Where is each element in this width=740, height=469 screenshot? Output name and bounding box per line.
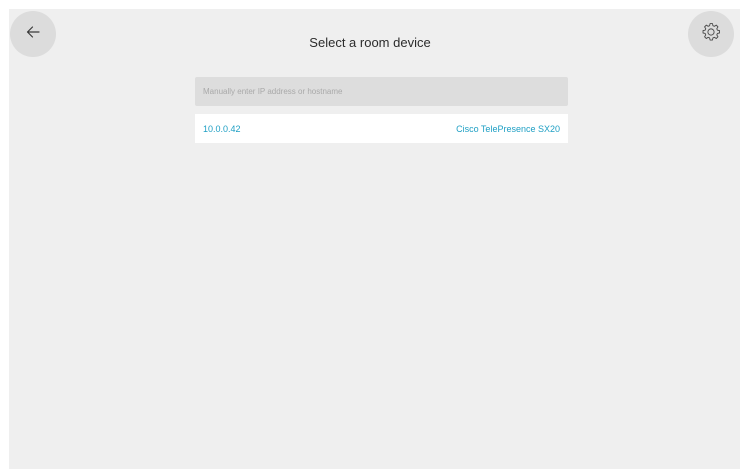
gear-icon xyxy=(700,21,722,48)
device-ip-address: 10.0.0.42 xyxy=(203,123,241,134)
device-list-item[interactable]: 10.0.0.42 Cisco TelePresence SX20 xyxy=(195,114,568,143)
page-title: Select a room device xyxy=(309,35,431,50)
device-name: Cisco TelePresence SX20 xyxy=(456,123,560,134)
settings-button[interactable] xyxy=(688,11,734,57)
ip-address-input[interactable] xyxy=(195,77,568,106)
